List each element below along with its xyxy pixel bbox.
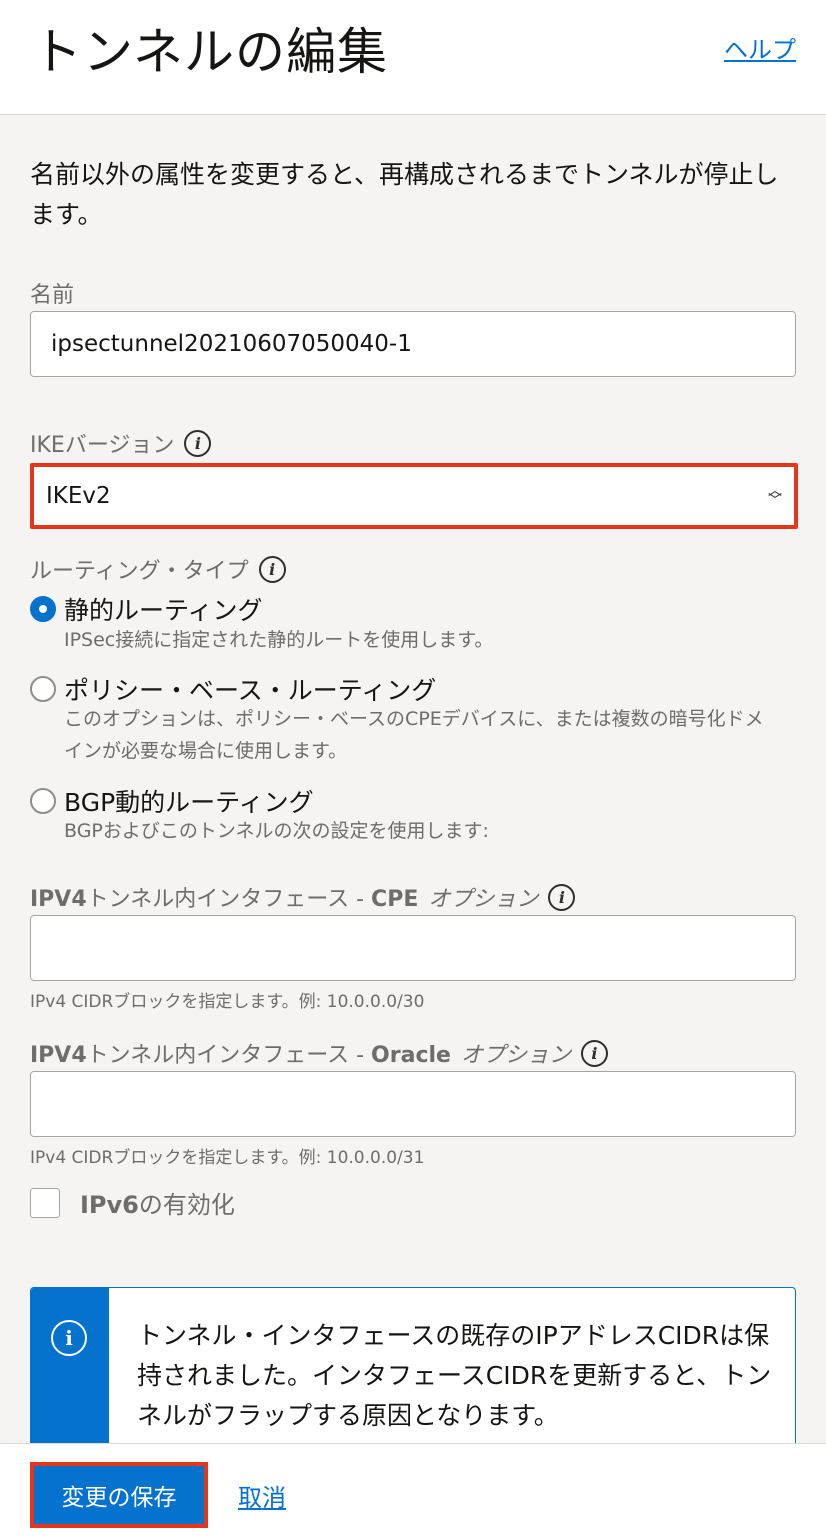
select-chevron-icon: ︿ ﹀	[768, 483, 782, 509]
routing-type-label: ルーティング・タイプ i	[30, 553, 286, 585]
help-link[interactable]: ヘルプ	[724, 30, 796, 65]
radio-button-checked[interactable]	[30, 596, 56, 622]
page-title: トンネルの編集	[32, 23, 388, 81]
radio-button[interactable]	[30, 676, 56, 702]
info-message-box: i トンネル・インタフェースの既存のIPアドレスCIDRは保持されました。インタ…	[30, 1287, 796, 1443]
ipv6-label: IPv6の有効化	[80, 1191, 235, 1219]
info-icon[interactable]: i	[184, 429, 212, 457]
ipv4-cpe-hint: IPv4 CIDRブロックを指定します。例: 10.0.0.0/30	[30, 992, 425, 1012]
static-routing-description: IPSec接続に指定された静的ルートを使用します。	[64, 629, 494, 651]
name-label: 名前	[30, 283, 75, 308]
info-bar: i	[31, 1288, 109, 1443]
intro-text: 名前以外の属性を変更すると、再構成されるまでトンネルが停止します。	[30, 160, 779, 229]
name-input[interactable]: ipsectunnel20210607050040-1	[30, 311, 796, 377]
info-icon: i	[51, 1320, 87, 1356]
info-icon[interactable]: i	[548, 883, 576, 911]
radio-static-routing[interactable]: 静的ルーティング	[30, 591, 263, 627]
cancel-link[interactable]: 取消	[238, 1478, 286, 1513]
ipv4-oracle-label: IPV4トンネル内インタフェース - Oracle オプション i	[30, 1037, 608, 1069]
ipv4-oracle-input[interactable]	[30, 1071, 796, 1137]
form-content: 名前以外の属性を変更すると、再構成されるまでトンネルが停止します。 名前 ips…	[0, 115, 826, 1443]
radio-policy-based-routing[interactable]: ポリシー・ベース・ルーティング	[30, 671, 436, 707]
radio-button[interactable]	[30, 788, 56, 814]
policy-routing-description: このオプションは、ポリシー・ベースのCPEデバイスに、または複数の暗号化ドメ	[64, 708, 764, 730]
ike-version-label: IKEバージョン i	[30, 427, 212, 459]
ipv4-cpe-label: IPV4トンネル内インタフェース - CPE オプション i	[30, 881, 576, 913]
ipv6-checkbox[interactable]	[30, 1187, 60, 1218]
ipv6-enable-row[interactable]: IPv6の有効化	[30, 1185, 235, 1220]
info-message: トンネル・インタフェースの既存のIPアドレスCIDRは保持されました。インタフェ…	[137, 1321, 772, 1430]
save-changes-button[interactable]: 変更の保存	[30, 1462, 208, 1528]
info-icon[interactable]: i	[258, 555, 286, 583]
radio-bgp-routing[interactable]: BGP動的ルーティング	[30, 783, 314, 819]
panel-header: トンネルの編集 ヘルプ	[0, 0, 826, 115]
panel-footer: 変更の保存 取消	[0, 1443, 826, 1536]
ipv4-oracle-hint: IPv4 CIDRブロックを指定します。例: 10.0.0.0/31	[30, 1148, 425, 1168]
ike-version-select[interactable]: IKEv2 ︿ ﹀	[30, 463, 798, 529]
policy-routing-description-cont: インが必要な場合に使用します。	[64, 740, 348, 762]
info-icon[interactable]: i	[580, 1039, 608, 1067]
ipv4-cpe-input[interactable]	[30, 915, 796, 981]
bgp-routing-description: BGPおよびこのトンネルの次の設定を使用します:	[64, 820, 489, 842]
